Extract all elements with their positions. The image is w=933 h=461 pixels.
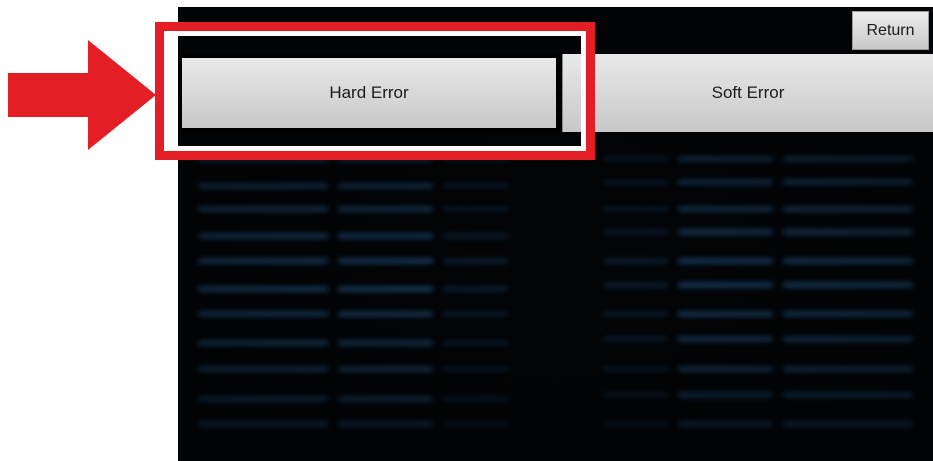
tab-hard-error[interactable]: Hard Error	[178, 54, 560, 132]
app-screen: Return Hard Error Soft Error	[178, 7, 933, 461]
right-arrow-icon	[8, 40, 156, 150]
tab-soft-error[interactable]: Soft Error	[562, 54, 933, 132]
return-button[interactable]: Return	[852, 11, 929, 50]
